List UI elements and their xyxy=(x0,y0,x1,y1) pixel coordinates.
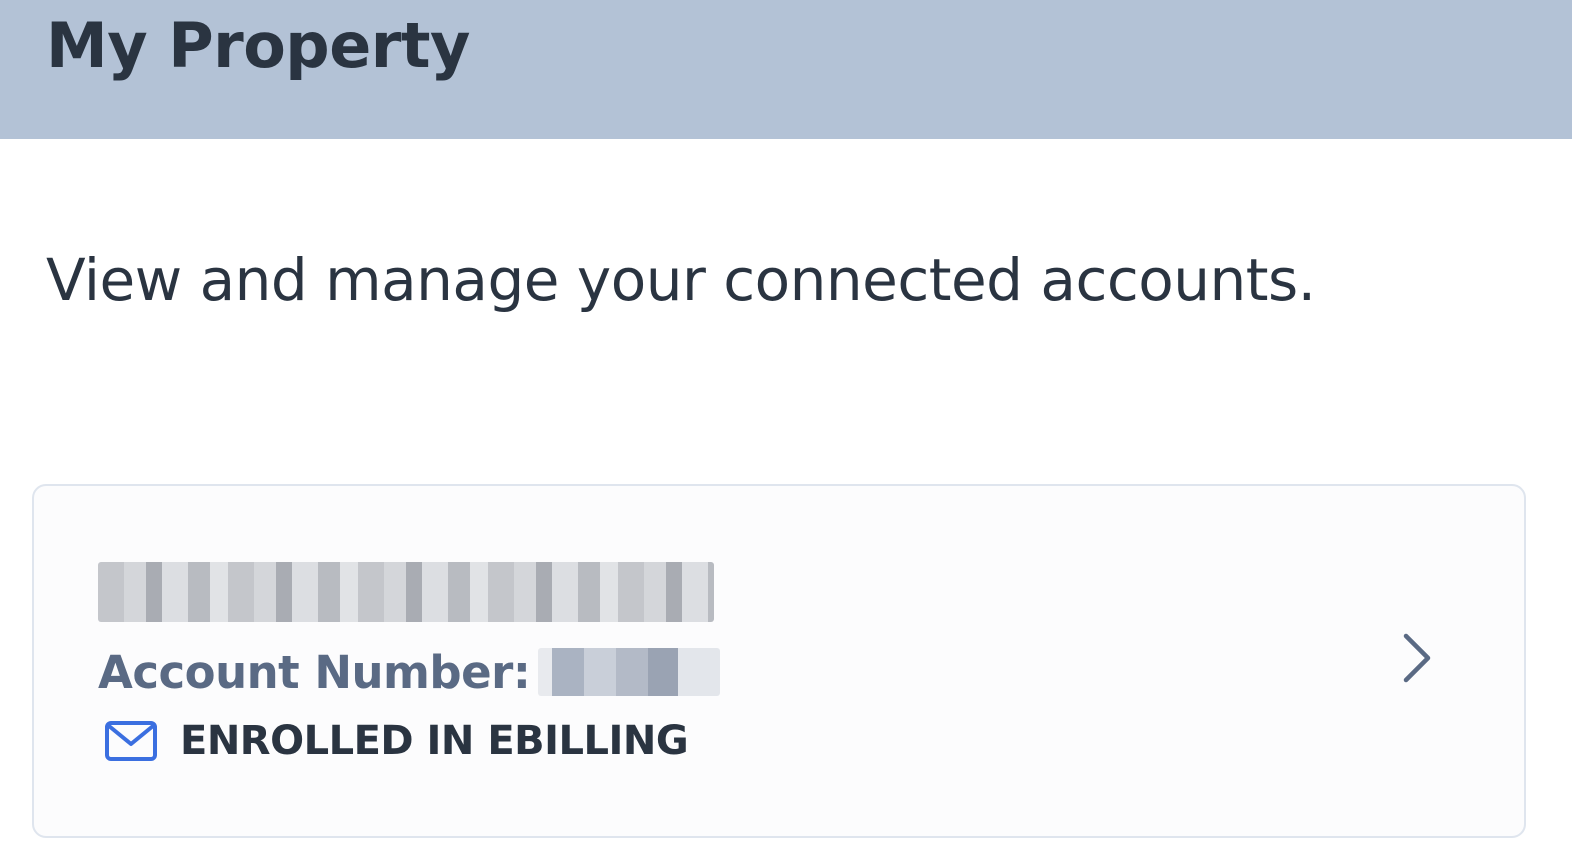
page-description: View and manage your connected accounts. xyxy=(46,246,1316,314)
account-name-redacted xyxy=(98,562,714,622)
account-card[interactable]: Account Number: ENROLLED IN EBILLING xyxy=(32,484,1526,838)
chevron-right-icon[interactable] xyxy=(1396,630,1436,686)
account-number-redacted xyxy=(538,648,721,696)
ebilling-status-text: ENROLLED IN EBILLING xyxy=(180,718,689,764)
page-title: My Property xyxy=(46,9,470,82)
ebilling-status: ENROLLED IN EBILLING xyxy=(104,714,689,768)
mail-icon xyxy=(105,721,157,761)
page-header: My Property xyxy=(0,0,1572,139)
account-number-row: Account Number: xyxy=(98,644,721,700)
account-number-label: Account Number: xyxy=(98,645,531,699)
